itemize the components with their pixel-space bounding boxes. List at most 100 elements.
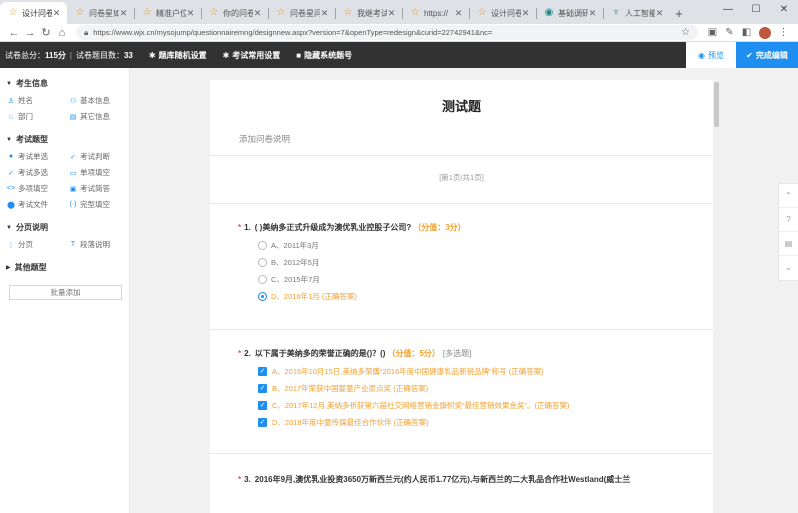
survey-description[interactable]: 添加问卷说明: [239, 133, 713, 145]
radio-button-selected[interactable]: [258, 292, 267, 301]
section-title[interactable]: ▼ 考试题型: [6, 134, 129, 145]
option-row[interactable]: C、2015年7月: [258, 271, 713, 288]
question-score: （分值：3分）: [413, 223, 466, 232]
radio-button[interactable]: [258, 258, 267, 267]
batch-add-button[interactable]: 批量添加: [9, 285, 122, 300]
palette-item-basic-info[interactable]: ⚇ 基本信息: [68, 95, 130, 106]
checkbox-checked[interactable]: ✓: [258, 384, 267, 393]
close-tab-icon[interactable]: ✕: [588, 8, 597, 19]
reload-icon[interactable]: ↻: [38, 26, 54, 39]
question-block[interactable]: * 1. ( )美纳多正式升级成为澳优乳业控股子公司? （分值：3分） A、20…: [210, 222, 713, 305]
close-tab-icon[interactable]: ✕: [186, 8, 195, 19]
wjx-star-icon: ☆: [477, 7, 487, 18]
total-score-label: 试卷总分：: [5, 50, 45, 60]
palette-item-paragraph[interactable]: T 段落说明: [68, 239, 130, 250]
close-tab-icon[interactable]: ✕: [253, 8, 262, 19]
tab-title: 问卷星问卷: [290, 8, 320, 18]
palette-item-page-break[interactable]: ⋮ 分页: [6, 239, 68, 250]
forward-icon[interactable]: →: [22, 27, 38, 39]
palette-item-department[interactable]: ♘ 部门: [6, 111, 68, 122]
chevron-down-icon[interactable]: ⌄: [779, 256, 798, 280]
close-tab-icon[interactable]: ✕: [655, 8, 664, 19]
close-tab-icon[interactable]: ✕: [454, 8, 463, 19]
new-tab-button[interactable]: +: [670, 2, 688, 24]
palette-item-cloze[interactable]: (·) 完型填空: [68, 199, 130, 210]
palette-item-exam-file[interactable]: ⬤ 考试文件: [6, 199, 68, 210]
palette-item-name[interactable]: ♙ 姓名: [6, 95, 68, 106]
survey-scrollbar[interactable]: [713, 80, 720, 513]
blank-icon: ▭: [69, 169, 77, 177]
browser-tab[interactable]: ☆ 设计问卷 ✕: [0, 2, 67, 24]
bookmark-star-icon[interactable]: ☆: [681, 27, 690, 38]
option-row[interactable]: B、2012年5月: [258, 254, 713, 271]
divider: [210, 329, 713, 330]
palette-item-exam-judge[interactable]: ✓ 考试判断: [68, 151, 130, 162]
radio-button[interactable]: [258, 275, 267, 284]
section-title[interactable]: ▼ 分页说明: [6, 222, 129, 233]
close-tab-icon[interactable]: ✕: [521, 8, 530, 19]
back-icon[interactable]: ←: [6, 27, 22, 39]
checkbox-checked[interactable]: ✓: [258, 367, 267, 376]
checkbox-checked[interactable]: ✓: [258, 401, 267, 410]
browser-tab[interactable]: ☆ https:// ✕: [402, 2, 469, 24]
section-paging: ▼ 分页说明 ⋮ 分页 T 段落说明: [6, 222, 129, 250]
browser-tab[interactable]: ☆ 问卷星问卷✕: [268, 2, 335, 24]
palette-item-label: 段落说明: [80, 240, 110, 249]
option-row-correct[interactable]: ✓ C、2017年12月,美纳多祈获第六届社交网络营销金旗帜奖“最佳营销效果金奖”…: [258, 397, 713, 414]
question-block[interactable]: * 2. 以下属于美纳多的荣誉正确的是()？() （分值：5分） [多选题] ✓…: [210, 348, 713, 431]
preview-button[interactable]: ◉ 预览: [686, 42, 736, 68]
option-row-correct[interactable]: ✓ D、2018年度中童传媒最佳合作伙伴 (正确答案): [258, 414, 713, 431]
pen-extension-icon[interactable]: ✎: [721, 27, 738, 38]
browser-tab[interactable]: ◉ 基础调研 ✕: [536, 2, 603, 24]
home-icon[interactable]: ⌂: [54, 27, 70, 39]
browser-tab[interactable]: ☆ 精准户位 ✕: [134, 2, 201, 24]
close-window-icon[interactable]: ✕: [770, 0, 798, 22]
question-block[interactable]: * 3. 2016年9月,澳优乳业投资3650万新西兰元(约人民币1.77亿元)…: [210, 474, 713, 485]
divider: [210, 203, 713, 204]
browser-tab[interactable]: ☆ 我继考试 ✕: [335, 2, 402, 24]
code-icon: <>: [6, 185, 16, 192]
browser-tab[interactable]: ☆ 你的问卷 ✕: [201, 2, 268, 24]
extension-icon[interactable]: ▣: [704, 27, 721, 38]
option-row-correct[interactable]: ✓ B、2017年荣获中国婴童产业原点奖 (正确答案): [258, 380, 713, 397]
url-input[interactable]: 🔒︎ https://www.wjx.cn/mysojump/questionn…: [76, 25, 698, 40]
required-mark: *: [238, 223, 242, 232]
hide-number-button[interactable]: ■ 隐藏系统题号: [296, 50, 352, 61]
close-tab-icon[interactable]: ✕: [387, 8, 396, 19]
palette-item-exam-multi[interactable]: ✓ 考试多选: [6, 167, 68, 178]
close-tab-icon[interactable]: ✕: [320, 8, 329, 19]
browser-tab[interactable]: ☆ 问卷星如何✕: [67, 2, 134, 24]
menu-dots-icon[interactable]: ⋮: [775, 27, 792, 38]
section-title[interactable]: ▶ 其他题型: [6, 262, 129, 273]
palette-item-other-info[interactable]: ▤ 其它信息: [68, 111, 130, 122]
random-bank-button[interactable]: ✱ 题库随机设置: [149, 50, 207, 61]
maximize-icon[interactable]: ☐: [742, 0, 770, 22]
profile-avatar[interactable]: [759, 26, 771, 39]
exam-settings-button[interactable]: ✱ 考试常用设置: [223, 50, 281, 61]
checkbox-checked[interactable]: ✓: [258, 418, 267, 427]
palette-item-exam-radio[interactable]: ● 考试单选: [6, 151, 68, 162]
finish-edit-button[interactable]: ✔ 完成编辑: [736, 42, 798, 68]
palette-item-multi-blank[interactable]: <> 多项填空: [6, 183, 68, 194]
palette-item-label: 单项填空: [80, 168, 110, 177]
option-row[interactable]: A、2011年3月: [258, 237, 713, 254]
palette-item-exam-answer[interactable]: ▣ 考试简答: [68, 183, 130, 194]
browser-tab[interactable]: ♆ 人工智能 ✕: [603, 2, 670, 24]
option-row-correct[interactable]: D、2016年1月 (正确答案): [258, 288, 713, 305]
chat-icon[interactable]: ▤: [779, 232, 798, 256]
palette-item-single-blank[interactable]: ▭ 单项填空: [68, 167, 130, 178]
browser-tab[interactable]: ☆ 设计问卷 ✕: [469, 2, 536, 24]
radio-button[interactable]: [258, 241, 267, 250]
help-icon[interactable]: ?: [779, 208, 798, 232]
minimize-icon[interactable]: —: [714, 0, 742, 22]
option-label: C、2015年7月: [271, 275, 320, 284]
section-title[interactable]: ▼ 考生信息: [6, 78, 129, 89]
survey-title[interactable]: 测试题: [210, 96, 713, 115]
chevron-up-icon[interactable]: ⌃: [779, 184, 798, 208]
close-tab-icon[interactable]: ✕: [119, 8, 128, 19]
option-row-correct[interactable]: ✓ A、2016年10月15日,美纳多荣膺“2016年度中国健康乳品新锐品牌”称号…: [258, 363, 713, 380]
puzzle-extension-icon[interactable]: ◧: [738, 27, 755, 38]
scrollbar-thumb[interactable]: [714, 82, 719, 127]
question-type-panel: ▼ 考生信息 ♙ 姓名 ⚇ 基本信息 ♘ 部门 ▤ 其它信息 ▼ 考试题型 ● 考试单选 ✓ 考…: [0, 68, 130, 513]
close-tab-icon[interactable]: ✕: [52, 8, 61, 19]
